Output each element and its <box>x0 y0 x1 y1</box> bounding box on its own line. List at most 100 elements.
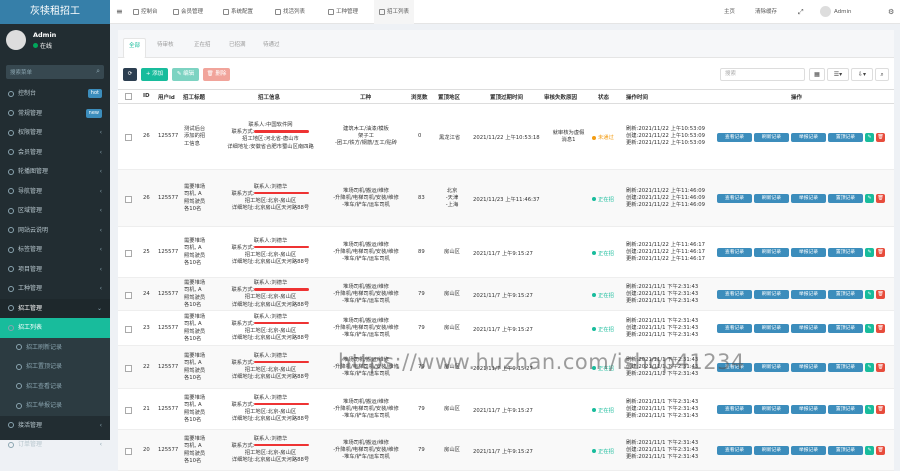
sidebar-item[interactable]: 招工列表 <box>0 318 110 338</box>
sidebar-item[interactable]: 控制台 hot <box>0 84 110 104</box>
panel-tab[interactable]: 待审核 <box>152 38 179 52</box>
sidebar-item[interactable]: 接活管理 ‹ <box>0 416 110 436</box>
column-header[interactable]: ID <box>143 93 150 99</box>
edit-icon[interactable]: ✎ <box>865 132 874 142</box>
avatar[interactable] <box>6 30 26 50</box>
sidebar-item[interactable]: 招工置顶记录 <box>0 357 110 377</box>
action-top-button[interactable]: 置顶记录 <box>828 248 863 257</box>
action-top-button[interactable]: 置顶记录 <box>828 132 863 142</box>
top-tab[interactable]: 工种管理 <box>323 0 363 24</box>
sidebar-item[interactable]: 招工举报记录 <box>0 396 110 416</box>
top-tab[interactable]: 找活列表 <box>270 0 310 24</box>
delete-icon[interactable]: 🗑 <box>876 194 885 203</box>
refresh-button[interactable]: ⟳ <box>123 68 137 81</box>
sidebar-item[interactable]: 导航管理 ‹ <box>0 182 110 202</box>
sidebar-item[interactable]: 招工查看记录 <box>0 376 110 396</box>
delete-icon[interactable]: 🗑 <box>876 132 885 142</box>
sidebar-item[interactable]: 会员管理 ‹ <box>0 143 110 163</box>
sidebar-item[interactable]: 工种管理 ‹ <box>0 279 110 299</box>
action-top-button[interactable]: 置顶记录 <box>828 363 863 372</box>
top-tab[interactable]: 系统配置 <box>218 0 258 24</box>
column-header[interactable]: 工种 <box>360 93 371 101</box>
action-top-button[interactable]: 置顶记录 <box>828 290 863 299</box>
column-header[interactable]: 用户id <box>158 93 175 101</box>
action-refresh-button[interactable]: 刷新记录 <box>754 194 789 203</box>
action-top-button[interactable]: 置顶记录 <box>828 446 863 455</box>
column-header[interactable]: 操作时间 <box>626 93 648 101</box>
column-header[interactable]: 置顶地区 <box>438 93 460 101</box>
action-view-button[interactable]: 查看记录 <box>717 248 752 257</box>
row-checkbox[interactable] <box>125 325 132 333</box>
row-checkbox[interactable] <box>125 291 132 299</box>
brand-title[interactable]: 灰犊租招工 <box>0 0 110 24</box>
delete-icon[interactable]: 🗑 <box>876 363 885 372</box>
view-toggle-icon[interactable]: ▦ <box>809 68 825 81</box>
top-tab[interactable]: 控制台 <box>128 0 163 24</box>
action-view-button[interactable]: 查看记录 <box>717 324 752 333</box>
action-refresh-button[interactable]: 刷新记录 <box>754 290 789 299</box>
sidebar-item[interactable]: 常规管理 new <box>0 104 110 124</box>
action-top-button[interactable]: 置顶记录 <box>828 405 863 414</box>
action-view-button[interactable]: 查看记录 <box>717 405 752 414</box>
action-report-button[interactable]: 举报记录 <box>791 248 826 257</box>
sidebar-item[interactable]: 订单管理 ‹ <box>0 435 110 455</box>
column-header[interactable]: 审核失败原因 <box>544 93 577 101</box>
edit-icon[interactable]: ✎ <box>865 194 874 203</box>
sidebar-item[interactable]: 网站云说明 ‹ <box>0 221 110 241</box>
action-view-button[interactable]: 查看记录 <box>717 290 752 299</box>
row-checkbox[interactable] <box>125 249 132 257</box>
action-report-button[interactable]: 举报记录 <box>791 132 826 142</box>
action-view-button[interactable]: 查看记录 <box>717 446 752 455</box>
column-header[interactable]: 状态 <box>598 93 609 101</box>
column-header[interactable]: 操作 <box>791 93 802 101</box>
action-view-button[interactable]: 查看记录 <box>717 132 752 142</box>
action-refresh-button[interactable]: 刷新记录 <box>754 405 789 414</box>
fullscreen-icon[interactable]: ⤢ <box>798 0 804 24</box>
delete-icon[interactable]: 🗑 <box>876 290 885 299</box>
home-link[interactable]: 主页 <box>724 0 735 24</box>
sidebar-item[interactable]: 区域管理 ‹ <box>0 201 110 221</box>
columns-dropdown-icon[interactable]: ☰▾ <box>827 68 849 81</box>
action-view-button[interactable]: 查看记录 <box>717 194 752 203</box>
edit-icon[interactable]: ✎ <box>865 363 874 372</box>
action-refresh-button[interactable]: 刷新记录 <box>754 446 789 455</box>
user-menu[interactable]: Admin <box>820 0 852 24</box>
menu-toggle-icon[interactable]: ≡ <box>116 0 123 24</box>
action-report-button[interactable]: 举报记录 <box>791 324 826 333</box>
sidebar-item[interactable]: 招工刷新记录 <box>0 337 110 357</box>
top-tab[interactable]: 招工列表 <box>374 0 415 24</box>
delete-icon[interactable]: 🗑 <box>876 405 885 414</box>
row-checkbox[interactable] <box>125 447 132 455</box>
column-header[interactable]: 置顶过期时间 <box>490 93 523 101</box>
action-top-button[interactable]: 置顶记录 <box>828 194 863 203</box>
select-all-checkbox[interactable] <box>125 93 132 100</box>
action-refresh-button[interactable]: 刷新记录 <box>754 132 789 142</box>
action-top-button[interactable]: 置顶记录 <box>828 324 863 333</box>
column-header[interactable]: 招工信息 <box>258 93 280 101</box>
panel-tab[interactable]: 正在招 <box>189 38 216 52</box>
panel-tab[interactable]: 已招满 <box>224 38 251 52</box>
edit-icon[interactable]: ✎ <box>865 290 874 299</box>
sidebar-item[interactable]: 轮播图管理 ‹ <box>0 162 110 182</box>
action-report-button[interactable]: 举报记录 <box>791 194 826 203</box>
search-input[interactable]: 搜索 <box>720 68 805 81</box>
action-report-button[interactable]: 举报记录 <box>791 363 826 372</box>
top-tab[interactable]: 会员管理 <box>168 0 208 24</box>
sidebar-item[interactable]: 权限管理 ‹ <box>0 123 110 143</box>
delete-icon[interactable]: 🗑 <box>876 248 885 257</box>
row-checkbox[interactable] <box>125 364 132 372</box>
delete-icon[interactable]: 🗑 <box>876 324 885 333</box>
delete-button[interactable]: 🗑 删除 <box>203 68 230 81</box>
settings-gear-icon[interactable]: ⚙ <box>888 0 894 24</box>
panel-tab[interactable]: 待通过 <box>258 38 285 52</box>
add-button[interactable]: + 添加 <box>141 68 168 81</box>
action-report-button[interactable]: 举报记录 <box>791 290 826 299</box>
row-checkbox[interactable] <box>125 134 132 141</box>
clear-cache-button[interactable]: 清除缓存 <box>755 0 777 24</box>
action-refresh-button[interactable]: 刷新记录 <box>754 324 789 333</box>
row-checkbox[interactable] <box>125 195 132 203</box>
sidebar-item[interactable]: 项目管理 ‹ <box>0 260 110 280</box>
sidebar-search-input[interactable]: 搜索菜单 ⌕ <box>6 65 104 79</box>
edit-button[interactable]: ✎ 编辑 <box>172 68 199 81</box>
edit-icon[interactable]: ✎ <box>865 324 874 333</box>
